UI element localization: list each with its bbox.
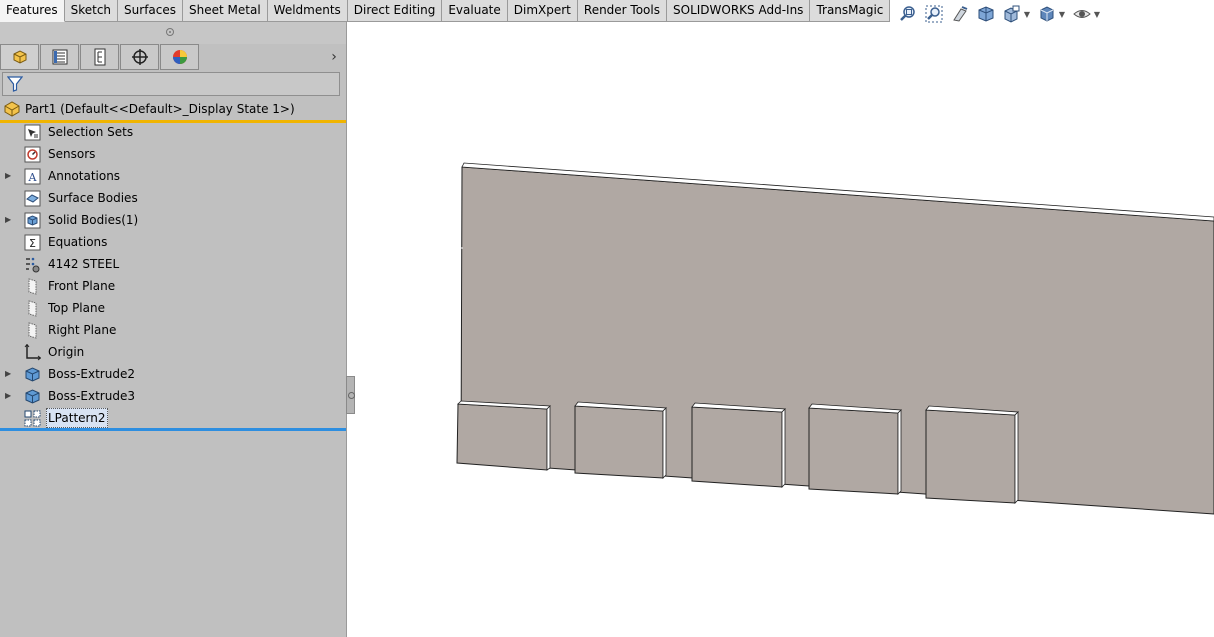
equations-icon: Σ: [24, 234, 41, 251]
solid-bodies-icon: [24, 212, 41, 229]
tree-item-annotations[interactable]: ▶ A Annotations: [0, 165, 346, 187]
display-manager-tab[interactable]: [160, 44, 199, 70]
tree-item-surface-bodies[interactable]: Surface Bodies: [0, 187, 346, 209]
grip-dot-icon: [166, 28, 174, 36]
feature-manager-tabs: ›: [0, 44, 346, 70]
hide-show-dropdown-icon[interactable]: ▼: [1093, 4, 1101, 24]
feature-manager-tab[interactable]: [0, 44, 39, 70]
plane-icon: [28, 322, 37, 339]
tree-item-right-plane[interactable]: Right Plane: [0, 319, 346, 341]
tree-item-selection-sets[interactable]: Selection Sets: [0, 121, 346, 143]
tree-item-label: Right Plane: [48, 323, 117, 337]
tree-item-label: Front Plane: [48, 279, 116, 293]
command-manager-tabs: Features Sketch Surfaces Sheet Metal Wel…: [0, 0, 891, 22]
tree-item-label: LPattern2: [46, 408, 108, 428]
display-manager-icon: [172, 50, 187, 64]
part-root-label: Part1 (Default<<Default>_Display State 1…: [25, 102, 295, 116]
part-icon: [4, 101, 20, 117]
view-orientation-dropdown-icon[interactable]: ▼: [1023, 4, 1031, 24]
tree-item-label: Boss-Extrude2: [48, 367, 135, 381]
section-view-icon[interactable]: [976, 4, 996, 24]
linear-pattern-icon: [24, 410, 41, 427]
tab-dimxpert[interactable]: DimXpert: [507, 0, 578, 21]
tree-item-lpattern2[interactable]: LPattern2: [0, 407, 346, 429]
tab-features[interactable]: Features: [0, 0, 65, 22]
tree-item-label: Equations: [48, 235, 108, 249]
feature-tree: Selection Sets Sensors ▶ A Annotations S…: [0, 121, 346, 429]
tab-direct-editing[interactable]: Direct Editing: [347, 0, 443, 21]
expand-arrow-icon[interactable]: ▶: [5, 368, 13, 378]
heads-up-view-toolbar: ▼ ▼ ▼: [898, 4, 1101, 24]
hide-show-items-icon[interactable]: [1072, 4, 1092, 24]
tab-evaluate[interactable]: Evaluate: [442, 0, 508, 21]
tree-item-boss-extrude3[interactable]: ▶ Boss-Extrude3: [0, 385, 346, 407]
tab-sketch[interactable]: Sketch: [64, 0, 119, 21]
tab-weldments[interactable]: Weldments: [267, 0, 348, 21]
tree-item-label: Surface Bodies: [48, 191, 138, 205]
plane-icon: [28, 278, 37, 295]
tree-item-equations[interactable]: Σ Equations: [0, 231, 346, 253]
tree-item-label: Sensors: [48, 147, 96, 161]
tree-item-sensors[interactable]: Sensors: [0, 143, 346, 165]
tab-transmagic[interactable]: TransMagic: [810, 0, 891, 21]
boss-extrude-icon: [25, 367, 40, 382]
plane-icon: [28, 300, 37, 317]
display-style-dropdown-icon[interactable]: ▼: [1058, 4, 1066, 24]
property-manager-tab[interactable]: [40, 44, 79, 70]
tree-item-material[interactable]: 4142 STEEL: [0, 253, 346, 275]
pattern-tab[interactable]: [574, 401, 667, 479]
property-manager-icon: [52, 49, 67, 65]
svg-text:A: A: [28, 171, 38, 184]
svg-text:Σ: Σ: [29, 237, 36, 250]
tree-item-label: Solid Bodies(1): [48, 213, 139, 227]
graphics-viewport[interactable]: [347, 22, 1214, 637]
tab-solidworks-add-ins[interactable]: SOLIDWORKS Add-Ins: [667, 0, 811, 21]
boss-extrude-icon: [25, 389, 40, 404]
tree-item-label: 4142 STEEL: [48, 257, 120, 271]
tab-sheet-metal[interactable]: Sheet Metal: [183, 0, 268, 21]
tree-item-front-plane[interactable]: Front Plane: [0, 275, 346, 297]
surface-bodies-icon: [24, 190, 41, 207]
annotations-icon: A: [24, 168, 41, 185]
chevron-right-icon[interactable]: ›: [328, 47, 340, 67]
pattern-tab[interactable]: [691, 402, 786, 488]
pattern-tab[interactable]: [925, 405, 1019, 504]
tab-surfaces[interactable]: Surfaces: [118, 0, 184, 21]
previous-view-icon[interactable]: [950, 4, 970, 24]
filter-icon: [7, 76, 23, 92]
expand-arrow-icon[interactable]: ▶: [5, 390, 13, 400]
tree-item-label: Top Plane: [48, 301, 105, 315]
dimxpert-manager-icon: [131, 49, 148, 65]
tree-item-label: Selection Sets: [48, 125, 134, 139]
expand-arrow-icon[interactable]: ▶: [5, 170, 13, 180]
pattern-tab[interactable]: [808, 403, 902, 495]
view-orientation-icon[interactable]: [1002, 4, 1022, 24]
configuration-manager-icon: [94, 48, 105, 66]
rollback-bar[interactable]: [0, 428, 346, 431]
tree-item-boss-extrude2[interactable]: ▶ Boss-Extrude2: [0, 363, 346, 385]
zoom-to-area-icon[interactable]: [924, 4, 944, 24]
display-style-icon[interactable]: [1037, 4, 1057, 24]
panel-grip[interactable]: [0, 22, 346, 44]
selection-sets-icon: [24, 124, 41, 141]
part-root-node[interactable]: Part1 (Default<<Default>_Display State 1…: [0, 98, 346, 120]
material-icon: [26, 257, 40, 273]
dimxpert-manager-tab[interactable]: [120, 44, 159, 70]
zoom-to-fit-icon[interactable]: [898, 4, 918, 24]
tree-item-solid-bodies[interactable]: ▶ Solid Bodies(1): [0, 209, 346, 231]
tree-item-label: Origin: [48, 345, 85, 359]
tab-render-tools[interactable]: Render Tools: [577, 0, 667, 21]
feature-tree-filter[interactable]: [2, 72, 340, 96]
feature-manager-icon: [13, 50, 26, 64]
expand-arrow-icon[interactable]: ▶: [5, 214, 13, 224]
pattern-tab[interactable]: [456, 400, 551, 471]
tree-item-label: Boss-Extrude3: [48, 389, 135, 403]
origin-icon: [24, 344, 41, 361]
tree-item-label: Annotations: [48, 169, 121, 183]
model-view: [456, 162, 1214, 515]
tree-item-origin[interactable]: Origin: [0, 341, 346, 363]
configuration-manager-tab[interactable]: [80, 44, 119, 70]
tree-item-top-plane[interactable]: Top Plane: [0, 297, 346, 319]
sensors-icon: [24, 146, 41, 163]
